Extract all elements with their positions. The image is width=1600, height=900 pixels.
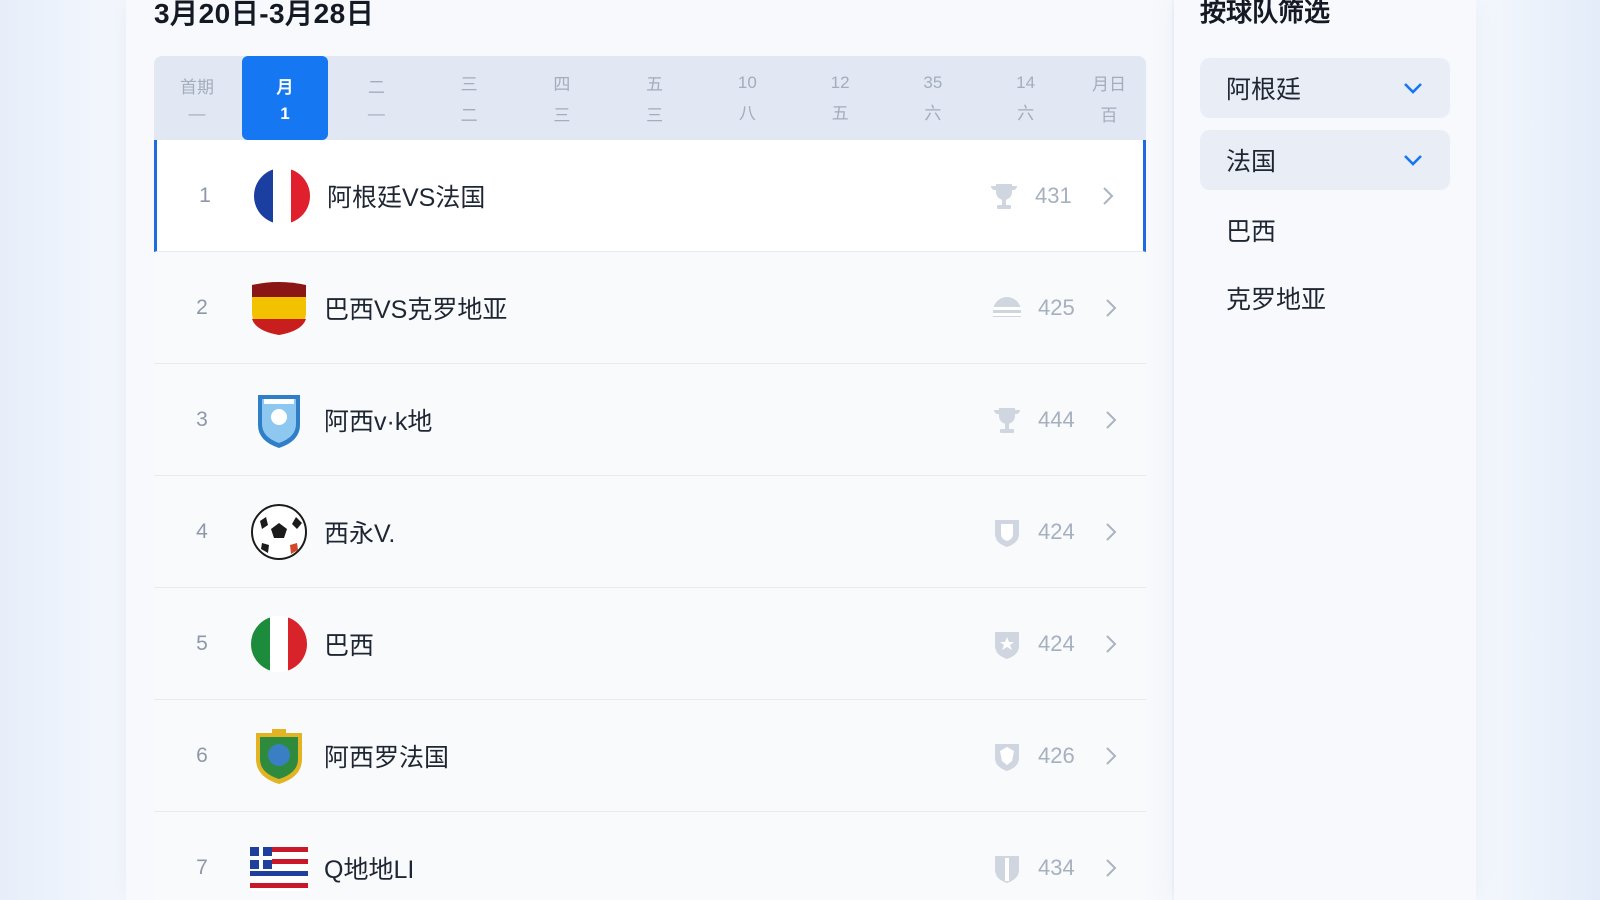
score-value: 424	[1038, 630, 1075, 656]
match-title: 阿西v·k地	[324, 407, 433, 436]
score-value: 434	[1038, 854, 1075, 880]
team-filter-argentina[interactable]: 阿根廷	[1200, 58, 1450, 118]
match-row-2[interactable]: 2 巴西VS克罗地亚 425	[154, 252, 1146, 364]
day-tab-top: 三	[460, 75, 478, 94]
day-tab-top: 月日	[1092, 75, 1126, 94]
shield-icon	[995, 743, 1019, 771]
score-value: 425	[1038, 294, 1075, 320]
day-tab-9[interactable]: 14 六	[979, 56, 1072, 140]
day-tab-bottom: —	[188, 103, 206, 123]
team-option-brazil[interactable]: 巴西	[1226, 212, 1276, 248]
day-tab-bottom: 三	[646, 106, 664, 125]
day-tab-top: 35	[923, 72, 943, 92]
filter-label: 阿根廷	[1226, 76, 1302, 104]
page: 3月20日-3月28日 首期 — 月 1 二 — 三 二 四 三 五 三 10 …	[0, 0, 1600, 900]
day-tab-8[interactable]: 35 六	[887, 56, 980, 140]
chevron-right-icon[interactable]	[1094, 633, 1128, 655]
day-tab-bottom: 百	[1100, 106, 1118, 125]
match-row-4[interactable]: 4 西永V. 424	[154, 476, 1146, 588]
shield-icon	[995, 519, 1019, 547]
trophy-icon	[990, 183, 1018, 209]
day-tab-0[interactable]: 首期 —	[154, 56, 240, 140]
day-tab-top: 首期	[180, 77, 214, 97]
team-filter-france[interactable]: 法国	[1200, 130, 1450, 190]
day-tab-top: 四	[553, 75, 571, 94]
match-row-5[interactable]: 5 巴西 424	[154, 588, 1146, 700]
filter-title: 按球队筛选	[1200, 0, 1331, 27]
score-value: 444	[1038, 406, 1075, 432]
score-value: 426	[1038, 742, 1075, 768]
match-title: 巴西VS克罗地亚	[324, 295, 508, 324]
day-tab-4[interactable]: 四 三	[516, 56, 609, 140]
date-range-title: 3月20日-3月28日	[154, 0, 375, 29]
chevron-right-icon[interactable]	[1094, 409, 1128, 431]
rank-number: 2	[196, 295, 208, 319]
team-option-croatia[interactable]: 克罗地亚	[1226, 280, 1326, 316]
shield-star-icon	[995, 631, 1019, 659]
score-value: 424	[1038, 518, 1075, 544]
match-title: Q地地LI	[324, 855, 415, 884]
rank-number: 5	[196, 631, 208, 655]
rank-number: 1	[199, 183, 211, 207]
day-tab-bottom: 八	[738, 103, 756, 123]
green-crest-icon	[256, 728, 302, 784]
day-tab-7[interactable]: 12 五	[794, 56, 887, 140]
day-tab-top: 五	[646, 75, 664, 94]
day-tab-bottom: 六	[1017, 103, 1035, 123]
match-title: 巴西	[324, 631, 375, 660]
italy-flag-icon	[251, 615, 307, 672]
rank-number: 6	[196, 743, 208, 767]
day-tab-top: 二	[367, 77, 385, 97]
chevron-right-icon[interactable]	[1094, 745, 1128, 767]
day-selector: 首期 — 月 1 二 — 三 二 四 三 五 三 10 八 12 五 35 六 …	[154, 56, 1146, 140]
rank-number: 3	[196, 407, 208, 431]
chevron-right-icon[interactable]	[1094, 297, 1128, 319]
day-tab-top: 12	[830, 72, 850, 92]
striped-flag-icon	[250, 846, 308, 891]
rank-number: 4	[196, 519, 208, 543]
day-tab-3[interactable]: 三 二	[423, 56, 516, 140]
day-tab-bottom: 三	[553, 106, 571, 125]
day-tab-bottom: 二	[460, 106, 478, 125]
day-tab-top: 10	[737, 72, 757, 92]
day-tab-2[interactable]: 二 —	[330, 56, 423, 140]
day-tab-bottom: 五	[831, 103, 849, 123]
schedule-panel: 3月20日-3月28日 首期 — 月 1 二 — 三 二 四 三 五 三 10 …	[126, 0, 1172, 900]
shield-icon	[995, 855, 1019, 883]
match-list: 1 阿根廷VS法国 431 2 巴西VS克罗地亚 425 3 阿西v·k地 44…	[154, 140, 1146, 900]
soccer-ball-icon	[251, 503, 307, 560]
chevron-right-icon[interactable]	[1091, 185, 1125, 207]
day-tab-top: 14	[1016, 72, 1036, 92]
day-tab-bottom: 1	[280, 103, 290, 123]
match-title: 阿西罗法国	[324, 743, 450, 772]
day-tab-bottom: 六	[924, 103, 942, 123]
day-tab-bottom: —	[367, 103, 385, 123]
day-tab-top: 月	[276, 77, 294, 97]
france-flag-icon	[254, 167, 310, 224]
day-tab-6[interactable]: 10 八	[701, 56, 794, 140]
match-row-7[interactable]: 7 Q地地LI 434	[154, 812, 1146, 900]
match-row-3[interactable]: 3 阿西v·k地 444	[154, 364, 1146, 476]
day-tab-5[interactable]: 五 三	[608, 56, 701, 140]
rank-number: 7	[196, 855, 208, 879]
spain-flag-shield-icon	[252, 281, 306, 335]
day-tab-1-active[interactable]: 月 1	[242, 56, 328, 140]
match-title: 西永V.	[324, 519, 396, 548]
match-title: 阿根廷VS法国	[327, 183, 486, 212]
chevron-down-icon	[1404, 155, 1422, 166]
match-row-1[interactable]: 1 阿根廷VS法国 431	[154, 140, 1146, 252]
filter-label: 法国	[1226, 148, 1277, 176]
blue-crest-icon	[258, 394, 300, 448]
match-row-6[interactable]: 6 阿西罗法国 426	[154, 700, 1146, 812]
score-value: 431	[1035, 182, 1072, 208]
team-filter-panel: 按球队筛选 阿根廷 法国 巴西 克罗地亚	[1174, 0, 1476, 900]
day-tab-10[interactable]: 月日 百	[1072, 56, 1146, 140]
chevron-right-icon[interactable]	[1094, 521, 1128, 543]
chevron-right-icon[interactable]	[1094, 857, 1128, 879]
chevron-down-icon	[1404, 83, 1422, 94]
helmet-icon	[993, 296, 1021, 317]
trophy-icon	[993, 407, 1021, 433]
